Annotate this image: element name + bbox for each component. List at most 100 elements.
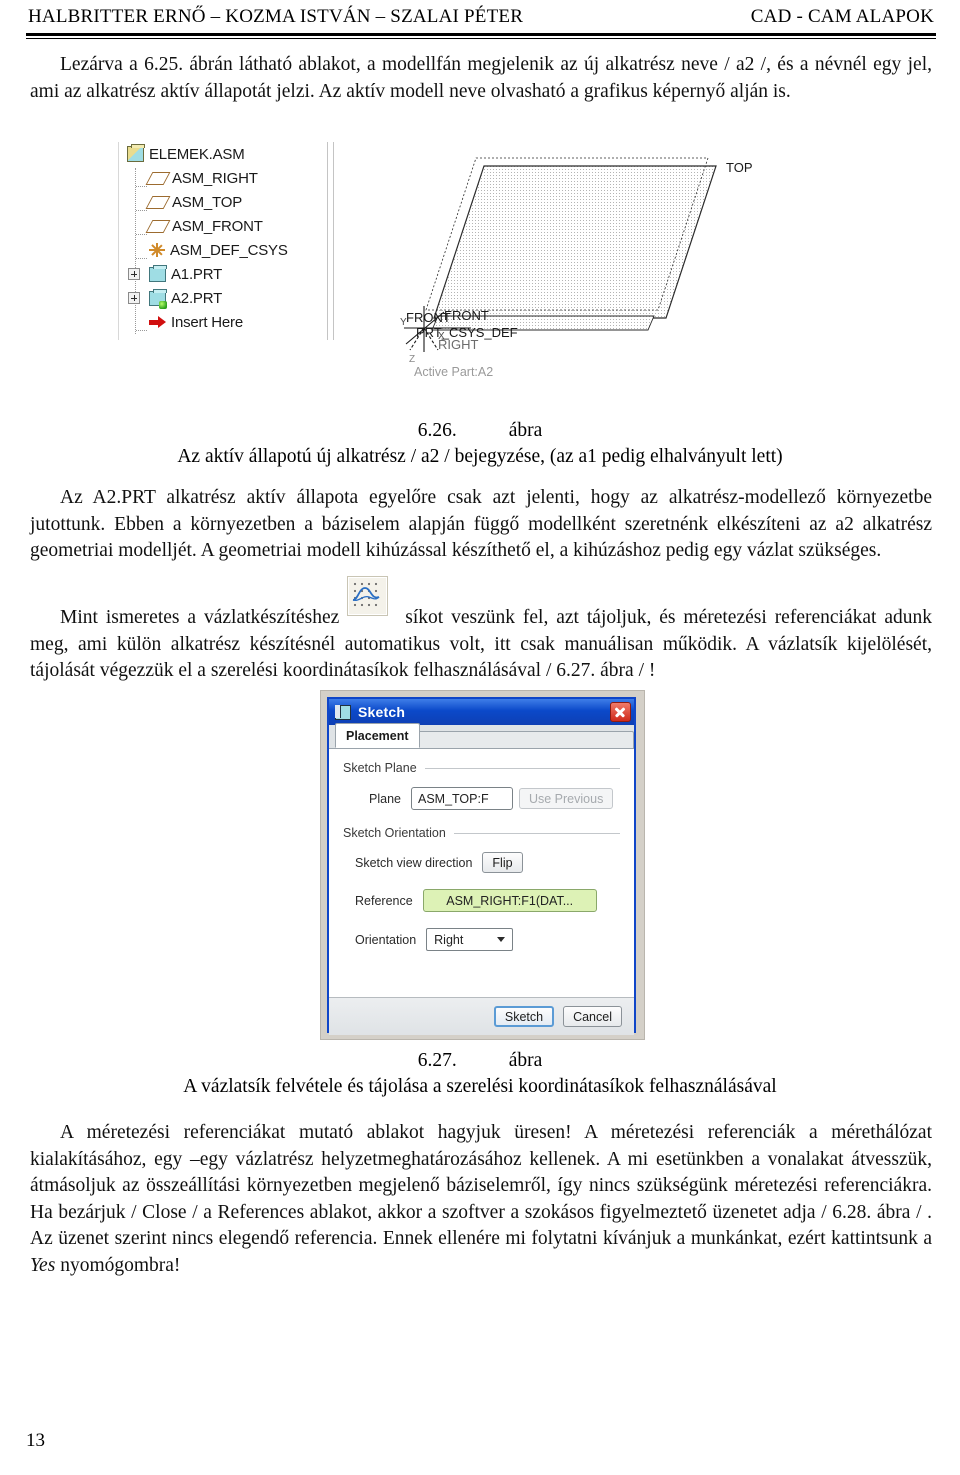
datum-plane-top-face: [433, 165, 717, 319]
figure-6-27-caption-line1: 6.27. ábra: [0, 1048, 960, 1074]
plane-row: Plane ASM_TOP:F Use Previous: [343, 787, 620, 810]
tree-item-insert-here[interactable]: Insert Here: [119, 310, 331, 334]
figure-word: ábra: [508, 1050, 543, 1071]
sketch-button[interactable]: Sketch: [493, 1006, 555, 1027]
figure-6-27-caption-line2: A vázlatsík felvétele és tájolása a szer…: [0, 1074, 960, 1100]
figure-number: 6.26.: [417, 420, 457, 441]
sketch-dialog[interactable]: Sketch Placement Sketch Plane Plane ASM_…: [327, 697, 636, 1035]
dialog-body: Sketch Plane Plane ASM_TOP:F Use Previou…: [329, 749, 634, 997]
tree-item-asm-right[interactable]: ASM_RIGHT: [119, 166, 331, 190]
tree-item-label: A2.PRT: [171, 289, 223, 307]
reference-collector-input[interactable]: ASM_RIGHT:F1(DAT...: [422, 889, 597, 912]
chevron-down-icon[interactable]: [497, 937, 506, 942]
sketch-window-icon: [335, 704, 351, 720]
orientation-selected-value: Right: [434, 932, 464, 947]
assembly-icon: [127, 144, 145, 162]
paragraph-2: Az A2.PRT alkatrész aktív állapota egyel…: [30, 485, 932, 565]
paragraph-2-text: Az A2.PRT alkatrész aktív állapota egyel…: [30, 487, 932, 561]
tree-item-label: ASM_RIGHT: [172, 169, 258, 187]
label-axis-x: X: [438, 331, 445, 342]
figure-caption-text: A vázlatsík felvétele és tájolása a szer…: [183, 1076, 777, 1097]
group-sketch-orientation: Sketch Orientation: [343, 826, 620, 840]
header-book-title: CAD - CAM ALAPOK: [750, 6, 934, 27]
figure-6-26-caption-line2: Az aktív állapotú új alkatrész / a2 / be…: [0, 444, 960, 470]
dialog-footer: Sketch Cancel: [329, 997, 634, 1035]
sketch-view-direction-label: Sketch view direction: [355, 855, 473, 870]
paragraph-4: A méretezési referenciákat mutató ablako…: [30, 1120, 932, 1279]
reference-row: Reference ASM_RIGHT:F1(DAT...: [343, 889, 620, 912]
plane-collector-input[interactable]: ASM_TOP:F: [410, 787, 513, 810]
datum-plane-icon: [145, 219, 171, 233]
tree-item-asm-front[interactable]: ASM_FRONT: [119, 214, 331, 238]
paragraph-4-text: A méretezési referenciákat mutató ablako…: [30, 1122, 932, 1249]
flip-button[interactable]: Flip: [482, 852, 523, 873]
tab-placement[interactable]: Placement: [335, 723, 420, 748]
use-previous-button[interactable]: Use Previous: [518, 788, 614, 809]
paragraph-4-text-end: nyomógombra!: [55, 1254, 181, 1276]
orientation-label: Orientation: [355, 932, 417, 947]
close-icon[interactable]: [610, 702, 631, 722]
label-top: TOP: [726, 160, 753, 175]
tree-item-label: A1.PRT: [171, 265, 223, 283]
figure-word: ábra: [508, 420, 543, 441]
coordinate-system-icon: [149, 243, 165, 257]
header-rule-thin: [26, 38, 936, 39]
tree-item-asm-def-csys[interactable]: ASM_DEF_CSYS: [119, 238, 331, 262]
orientation-select[interactable]: Right: [426, 928, 514, 951]
model-tree-scrollbar[interactable]: [327, 142, 334, 340]
tree-item-elemek-asm[interactable]: ELEMEK.ASM: [119, 142, 331, 166]
paragraph-3: Mint ismeretes a vázlatkészítéshez síkot…: [30, 605, 932, 685]
figure-caption-text: Az aktív állapotú új alkatrész / a2 / be…: [177, 446, 783, 467]
dialog-title-bar[interactable]: Sketch: [329, 699, 634, 725]
dialog-tab-strip[interactable]: Placement: [329, 723, 634, 749]
tree-item-label: ELEMEK.ASM: [149, 145, 245, 163]
page-number: 13: [26, 1430, 45, 1451]
figure-6-26: ELEMEK.ASM ASM_RIGHT ASM_TOP ASM_FRONT A…: [118, 136, 788, 398]
sketch-tool-glyph: [352, 582, 380, 607]
expand-icon[interactable]: [128, 268, 140, 280]
cancel-button[interactable]: Cancel: [563, 1006, 622, 1027]
group-sketch-plane-label: Sketch Plane: [343, 761, 417, 775]
tree-item-a1-prt[interactable]: A1.PRT: [119, 262, 331, 286]
label-axis-y: Y: [400, 317, 407, 328]
header-rule: [26, 33, 936, 36]
group-sketch-plane: Sketch Plane: [343, 761, 620, 775]
label-axis-z: Z: [409, 354, 415, 365]
tab-strip-filler: [419, 731, 634, 748]
insert-here-arrow-icon: [149, 316, 166, 328]
active-part-icon: [149, 288, 167, 309]
group-divider: [453, 832, 620, 834]
datum-plane-icon: [145, 195, 171, 209]
graphics-status-text: Active Part:A2: [414, 365, 493, 379]
plane-label: Plane: [369, 791, 401, 806]
reference-label: Reference: [355, 893, 413, 908]
paragraph-1: Lezárva a 6.25. ábrán látható ablakot, a…: [30, 52, 932, 105]
paragraph-4-emphasis: Yes: [30, 1254, 56, 1276]
figure-number: 6.27.: [417, 1050, 457, 1071]
graphics-window[interactable]: TOP FRONT FRONT PRT_CSYS_DEF RIGHT Y X Z…: [376, 136, 788, 398]
model-tree-panel[interactable]: ELEMEK.ASM ASM_RIGHT ASM_TOP ASM_FRONT A…: [118, 142, 334, 340]
expand-icon[interactable]: [128, 292, 140, 304]
page-header: HALBRITTER ERNŐ – KOZMA ISTVÁN – SZALAI …: [28, 6, 934, 28]
tree-item-label: ASM_DEF_CSYS: [170, 241, 288, 259]
graphics-canvas: TOP FRONT FRONT PRT_CSYS_DEF RIGHT Y X Z…: [400, 157, 753, 379]
group-sketch-orientation-label: Sketch Orientation: [343, 826, 446, 840]
label-front-2: FRONT: [444, 308, 489, 323]
sketch-tool-icon[interactable]: [347, 576, 388, 616]
datum-plane-icon: [145, 171, 171, 185]
tree-item-label: ASM_FRONT: [172, 217, 263, 235]
header-authors: HALBRITTER ERNŐ – KOZMA ISTVÁN – SZALAI …: [28, 6, 524, 27]
paragraph-1-text: Lezárva a 6.25. ábrán látható ablakot, a…: [30, 54, 932, 102]
orientation-row: Orientation Right: [343, 928, 620, 951]
part-icon: [149, 264, 167, 282]
sketch-view-direction-row: Sketch view direction Flip: [343, 852, 620, 873]
figure-6-27-sketch-dialog[interactable]: Sketch Placement Sketch Plane Plane ASM_…: [320, 690, 645, 1040]
group-divider: [424, 767, 620, 769]
paragraph-3-text-before-icon: Mint ismeretes a vázlatkészítéshez: [60, 607, 340, 628]
tree-item-label: ASM_TOP: [172, 193, 243, 211]
dialog-title: Sketch: [358, 704, 406, 720]
tree-item-label: Insert Here: [171, 313, 243, 331]
tree-item-a2-prt[interactable]: A2.PRT: [119, 286, 331, 310]
tree-item-asm-top[interactable]: ASM_TOP: [119, 190, 331, 214]
figure-6-26-caption-line1: 6.26. ábra: [0, 418, 960, 444]
